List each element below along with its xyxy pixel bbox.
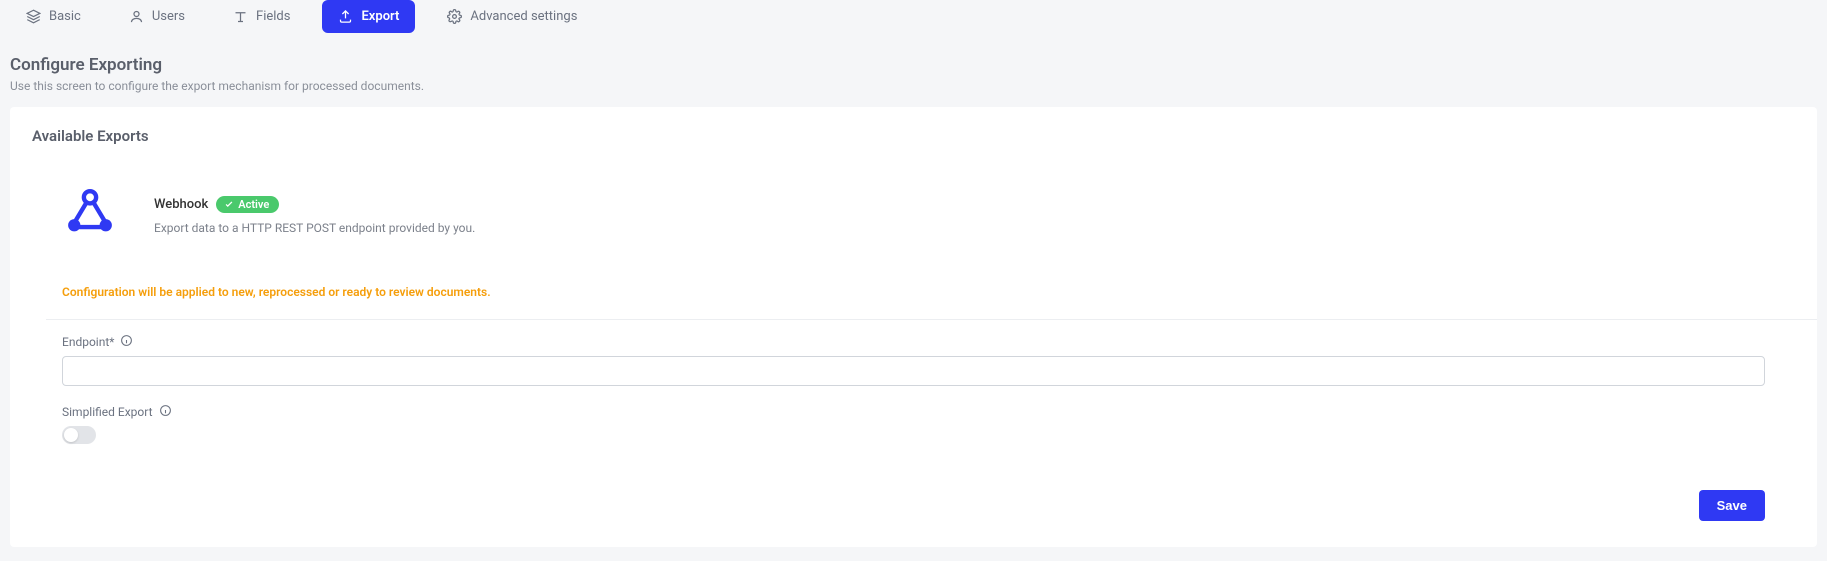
endpoint-input[interactable]	[62, 356, 1765, 386]
tab-basic[interactable]: Basic	[10, 0, 97, 33]
settings-tabbar: Basic Users Fields Export Advanced setti…	[0, 0, 1827, 33]
webhook-icon	[62, 185, 118, 245]
config-warning: Configuration will be applied to new, re…	[46, 271, 1781, 313]
exports-panel: Available Exports Webhook Active Export …	[10, 107, 1817, 547]
webhook-config-form: Endpoint* Simplified Export Save	[46, 320, 1781, 521]
panel-title: Available Exports	[32, 127, 1781, 145]
form-actions: Save	[62, 462, 1765, 521]
save-button[interactable]: Save	[1699, 490, 1765, 521]
type-icon	[233, 9, 248, 24]
tab-label: Users	[152, 9, 185, 24]
page-header: Configure Exporting Use this screen to c…	[0, 33, 1827, 107]
tab-label: Export	[361, 9, 399, 24]
tab-label: Advanced settings	[470, 9, 577, 24]
badge-label: Active	[238, 198, 269, 211]
simplified-export-field: Simplified Export	[62, 404, 1765, 444]
webhook-description: Export data to a HTTP REST POST endpoint…	[154, 221, 475, 235]
gear-icon	[447, 9, 462, 24]
user-icon	[129, 9, 144, 24]
webhook-export-item[interactable]: Webhook Active Export data to a HTTP RES…	[46, 179, 1781, 271]
tab-label: Fields	[256, 9, 290, 24]
endpoint-label: Endpoint*	[62, 335, 114, 349]
tab-fields[interactable]: Fields	[217, 0, 306, 33]
endpoint-field: Endpoint*	[62, 334, 1765, 386]
check-icon	[224, 199, 234, 209]
info-icon[interactable]	[159, 404, 172, 420]
page-subtitle: Use this screen to configure the export …	[10, 79, 1817, 93]
simplified-label: Simplified Export	[62, 405, 153, 419]
tab-export[interactable]: Export	[322, 0, 415, 33]
webhook-title: Webhook	[154, 197, 208, 212]
simplified-export-toggle[interactable]	[62, 426, 96, 444]
tab-users[interactable]: Users	[113, 0, 201, 33]
cube-icon	[26, 9, 41, 24]
status-badge: Active	[216, 196, 279, 213]
tab-advanced-settings[interactable]: Advanced settings	[431, 0, 593, 33]
tab-label: Basic	[49, 9, 81, 24]
webhook-meta: Webhook Active Export data to a HTTP RES…	[154, 196, 475, 235]
upload-icon	[338, 9, 353, 24]
info-icon[interactable]	[120, 334, 133, 350]
page-title: Configure Exporting	[10, 55, 1817, 75]
